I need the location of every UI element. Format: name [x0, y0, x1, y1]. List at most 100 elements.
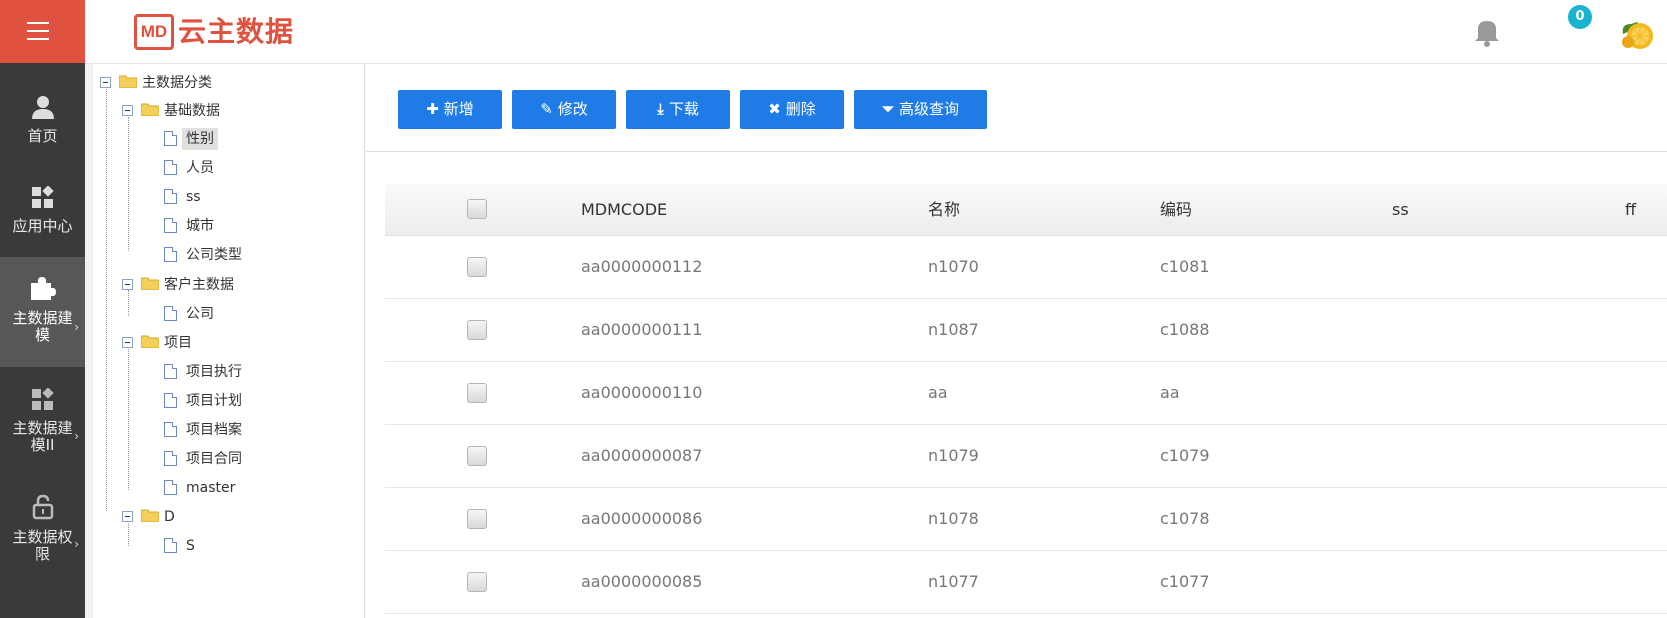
tree-node-label: 基础数据 — [164, 103, 220, 119]
sidebar-item-app-center[interactable]: 应用中心 — [0, 170, 85, 250]
sidebar-item-label: 限 — [34, 545, 50, 563]
apps-icon — [31, 388, 54, 410]
delete-button[interactable]: ✖ 删除 — [740, 90, 844, 129]
document-icon — [164, 189, 177, 204]
cell-code: c1078 — [1160, 509, 1210, 528]
tree-node-label: ss — [186, 189, 201, 205]
advanced-search-button-label: 高级查询 — [899, 100, 960, 118]
chevron-right-icon: › — [74, 320, 79, 334]
document-icon — [164, 538, 177, 553]
collapse-icon[interactable] — [122, 279, 133, 290]
tree-line — [128, 521, 129, 546]
collapse-icon[interactable] — [100, 77, 111, 88]
column-header-mdmcode[interactable]: MDMCODE — [581, 184, 667, 236]
download-button-label: 下载 — [668, 100, 699, 118]
sidebar-item-master-data-modeling-ii[interactable]: 主数据建 模II › — [0, 380, 85, 475]
tree-node-label: 性别 — [182, 128, 218, 150]
puzzle-icon — [30, 277, 56, 300]
main-sidebar: 首页 应用中心 主数据建 模 › 主数据建 模II › 主数据权 限 › — [0, 0, 85, 618]
document-icon — [164, 218, 177, 233]
cell-name: aa — [928, 383, 948, 402]
column-header-ff[interactable]: ff — [1625, 184, 1636, 236]
tree-node-label: 城市 — [186, 218, 214, 234]
collapse-icon[interactable] — [122, 511, 133, 522]
tree-line — [128, 290, 129, 316]
tree-node-label: 项目执行 — [186, 364, 242, 380]
row-checkbox[interactable] — [467, 383, 487, 403]
bell-icon[interactable] — [1470, 14, 1504, 48]
collapse-icon[interactable] — [122, 337, 133, 348]
edit-button[interactable]: ✎ 修改 — [512, 90, 616, 129]
document-icon — [164, 422, 177, 437]
chevron-right-icon: › — [74, 537, 79, 551]
hamburger-icon-bar — [27, 30, 49, 32]
table-row[interactable]: aa0000000087 n1079 c1079 — [385, 425, 1667, 488]
download-icon: ⤓ — [657, 100, 664, 118]
cell-mdmcode: aa0000000111 — [581, 320, 703, 339]
edit-button-label: 修改 — [557, 100, 588, 118]
select-all-checkbox[interactable] — [467, 199, 487, 219]
cell-mdmcode: aa0000000112 — [581, 257, 703, 276]
row-checkbox[interactable] — [467, 572, 487, 592]
cell-code: c1088 — [1160, 320, 1210, 339]
pencil-icon: ✎ — [540, 100, 553, 118]
cell-code: c1079 — [1160, 446, 1210, 465]
logo-mark: MD — [134, 14, 174, 50]
tree-line — [128, 347, 129, 490]
sidebar-item-label: 应用中心 — [12, 217, 73, 235]
notification-badge: 0 — [1568, 5, 1592, 29]
sidebar-item-master-data-permission[interactable]: 主数据权 限 › — [0, 490, 85, 590]
sidebar-item-label: 模 — [34, 326, 50, 344]
document-icon — [164, 451, 177, 466]
document-icon — [164, 247, 177, 262]
folder-icon — [141, 335, 159, 348]
tree-node-label: 项目档案 — [186, 422, 242, 438]
sidebar-item-label: 模II — [30, 436, 55, 454]
logo-text: 云主数据 — [178, 15, 295, 48]
sidebar-item-master-data-modeling[interactable]: 主数据建 模 › — [0, 257, 85, 367]
hamburger-icon-bar — [27, 22, 49, 24]
tree-node-label: 公司类型 — [186, 247, 242, 263]
table-row[interactable]: aa0000000111 n1087 c1088 — [385, 299, 1667, 362]
cell-name: n1070 — [928, 257, 979, 276]
apps-icon — [31, 186, 54, 208]
folder-icon — [141, 509, 159, 522]
folder-icon — [141, 277, 159, 290]
document-icon — [164, 160, 177, 175]
table-row[interactable]: aa0000000112 n1070 c1081 — [385, 236, 1667, 299]
menu-toggle-button[interactable] — [0, 0, 85, 63]
avatar[interactable] — [1617, 12, 1657, 52]
table-row[interactable]: aa0000000110 aa aa — [385, 362, 1667, 425]
delete-button-label: 删除 — [785, 100, 816, 118]
row-checkbox[interactable] — [467, 509, 487, 529]
sidebar-item-label: 主数据建 — [12, 309, 73, 327]
row-checkbox[interactable] — [467, 257, 487, 277]
download-button[interactable]: ⤓ 下载 — [626, 90, 730, 129]
table-row[interactable]: aa0000000086 n1078 c1078 — [385, 488, 1667, 551]
cell-mdmcode: aa0000000087 — [581, 446, 703, 465]
tree-node-label: 人员 — [186, 160, 214, 176]
cell-code: c1077 — [1160, 572, 1210, 591]
column-header-name[interactable]: 名称 — [928, 184, 960, 236]
tree-line — [106, 106, 107, 511]
add-button[interactable]: ✚ 新增 — [398, 90, 502, 129]
sidebar-item-label: 首页 — [27, 127, 58, 145]
document-icon — [164, 364, 177, 379]
cell-name: n1087 — [928, 320, 979, 339]
advanced-search-button[interactable]: ⏷ 高级查询 — [854, 90, 987, 129]
cell-code: c1081 — [1160, 257, 1210, 276]
table-row[interactable]: aa0000000085 n1077 c1077 — [385, 551, 1667, 614]
column-header-code[interactable]: 编码 — [1160, 184, 1192, 236]
collapse-icon[interactable] — [122, 105, 133, 116]
sidebar-item-home[interactable]: 首页 — [0, 80, 85, 160]
filter-icon: ⏷ — [881, 100, 894, 118]
row-checkbox[interactable] — [467, 320, 487, 340]
chevron-right-icon: › — [74, 429, 79, 443]
row-checkbox[interactable] — [467, 446, 487, 466]
column-header-ss[interactable]: ss — [1392, 184, 1409, 236]
tree-node-label: 项目计划 — [186, 393, 242, 409]
add-button-label: 新增 — [443, 100, 474, 118]
cell-mdmcode: aa0000000085 — [581, 572, 703, 591]
tree-panel-edge — [85, 64, 93, 618]
hamburger-icon-bar — [27, 38, 49, 40]
